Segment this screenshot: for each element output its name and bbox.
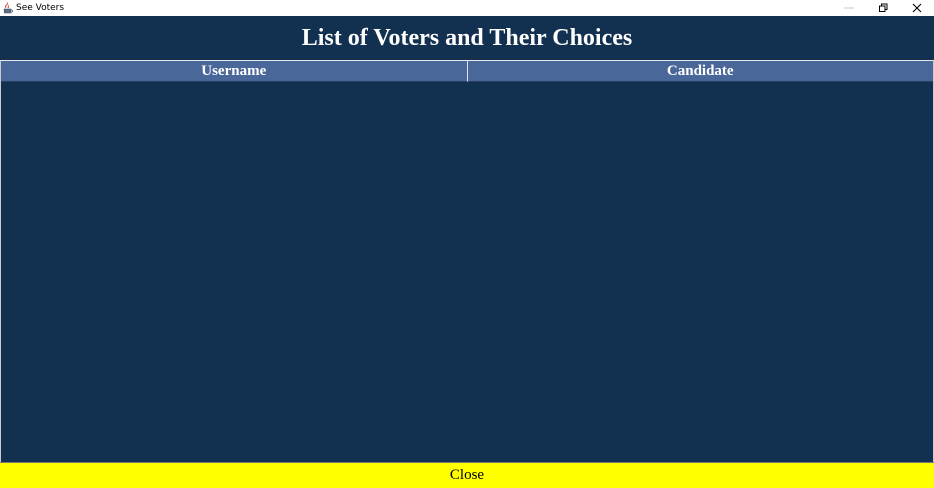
minimize-button[interactable] [832, 0, 866, 16]
column-header-username[interactable]: Username [1, 61, 467, 82]
minimize-icon [844, 7, 854, 9]
window-title: See Voters [16, 3, 65, 13]
restore-icon [879, 3, 888, 12]
java-cup-icon [2, 2, 14, 14]
column-header-candidate[interactable]: Candidate [466, 61, 933, 82]
voters-table[interactable]: Username Candidate [0, 60, 934, 463]
page-title: List of Voters and Their Choices [301, 24, 633, 51]
close-button[interactable]: Close [0, 462, 934, 488]
title-bar[interactable]: See Voters [0, 0, 934, 16]
table-body[interactable] [1, 82, 933, 460]
content-panel: List of Voters and Their Choices Usernam… [0, 16, 934, 488]
close-window-button[interactable] [900, 0, 934, 16]
close-icon [912, 3, 922, 13]
table-header: Username Candidate [1, 61, 933, 82]
restore-button[interactable] [866, 0, 900, 16]
see-voters-window: See Voters List of Voters and Their Choi… [0, 0, 934, 488]
